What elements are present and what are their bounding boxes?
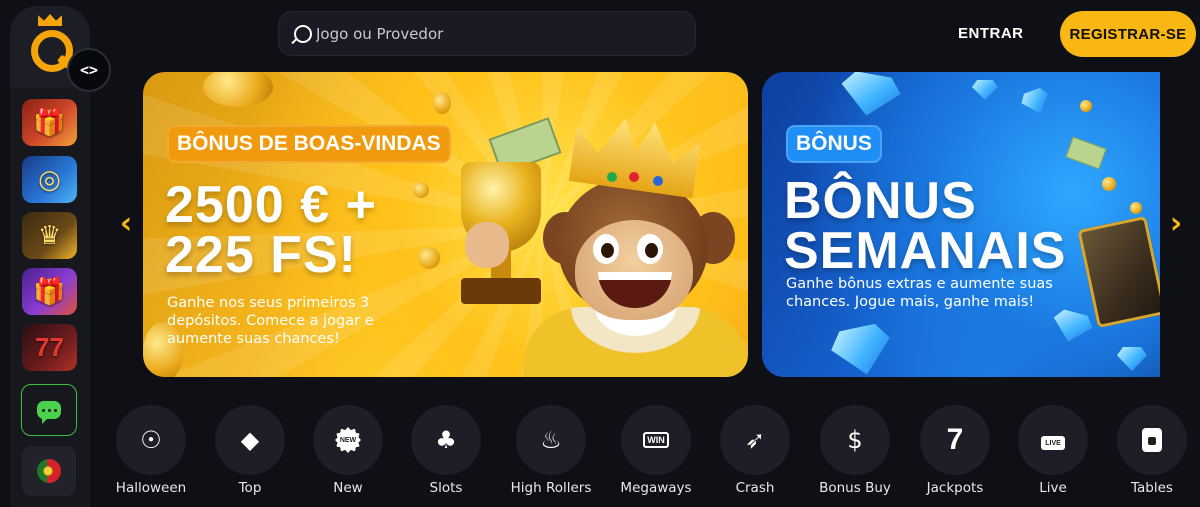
banner-headline: SEMANAIS [784,222,1067,280]
welcome-bonus-badge: BÔNUS DE BOAS-VINDAS [167,125,451,163]
category-label: Tables [1131,480,1173,496]
sidebar-tile-missions[interactable]: ◎ [22,156,77,203]
pumpkin-icon: ☉ [116,405,186,475]
cherries-icon: ♣ [411,405,481,475]
bonus-badge: BÔNUS [786,125,882,163]
search-input[interactable] [316,12,676,55]
banner-description: Ganhe bônus extras e aumente suas chance… [786,276,1053,310]
category-live[interactable]: LIVE Live [1015,405,1091,496]
login-button[interactable]: ENTRAR [958,22,1024,46]
diamond-icon: ◆ [215,405,285,475]
weekly-bonus-banner[interactable]: BÔNUS BÔNUS SEMANAIS Ganhe bônus extras … [762,72,1160,377]
coin-icon [413,182,429,198]
language-selector[interactable] [22,446,76,496]
coin-icon [1130,202,1142,214]
category-high-rollers[interactable]: ♨ High Rollers [511,405,591,496]
monkey-eye [593,234,619,264]
sidebar-toggle-button[interactable]: <> [67,48,111,92]
category-new[interactable]: NEW New [310,405,386,496]
diamond-icon [1049,307,1095,346]
crown-icon: ♛ [37,220,62,251]
monkey-eye [637,234,663,264]
chat-icon [37,401,61,419]
lucky-seven-icon: 77 [35,332,64,362]
live-icon-text: LIVE [1041,436,1065,450]
logo-crown-icon [38,14,62,26]
monkey-hand [465,222,509,268]
diamond-icon [972,80,998,100]
cash-icon [1065,136,1107,170]
category-label: High Rollers [510,480,592,496]
new-badge-icon: NEW [313,405,383,475]
gift-box-icon: 🎁 [33,276,66,307]
gift-box-icon [1077,215,1160,329]
gift-promo-icon: 🎁 [33,107,66,138]
money-bag-icon: $ [820,405,890,475]
category-megaways[interactable]: WIN Megaways [618,405,694,496]
live-icon: LIVE [1018,405,1088,475]
sidebar-tile-vip[interactable]: ♛ [22,212,77,259]
code-brackets-icon: <> [79,61,99,79]
banner-headline: BÔNUS [784,172,977,230]
gem-icon [629,172,639,182]
coin-icon [418,247,440,269]
live-chat-button[interactable] [21,384,77,436]
card-shape [1142,428,1162,452]
banner-headline: 225 FS! [165,226,357,284]
chevron-left-icon[interactable]: ‹ [118,208,134,240]
banner-headline: 2500 € + [165,176,377,234]
coin-icon [433,92,451,114]
portugal-flag-icon [37,459,61,483]
category-jackpots[interactable]: 7 Jackpots [917,405,993,496]
megaways-icon: WIN [621,405,691,475]
diamond-icon [1019,86,1054,118]
sidebar-tile-promotions[interactable]: 🎁 [22,99,77,146]
category-label: Slots [429,480,463,496]
register-button[interactable]: REGISTRAR-SE [1060,11,1196,57]
megaways-icon-text: WIN [643,432,669,448]
diamond-icon [837,72,903,121]
welcome-bonus-banner[interactable]: BÔNUS DE BOAS-VINDAS 2500 € + 225 FS! Ga… [143,72,748,377]
search-icon [294,25,312,43]
diamond-icon [828,321,897,377]
gem-icon [653,176,663,186]
category-crash[interactable]: ➶ Crash [717,405,793,496]
rocket-icon: ➶ [720,405,790,475]
seven-icon: 7 [920,405,990,475]
sidebar-tile-slots[interactable]: 77 [22,324,77,371]
diamond-icon [1117,347,1147,371]
category-top[interactable]: ◆ Top [212,405,288,496]
flame-icon: ♨ [516,405,586,475]
coin-icon [1102,177,1116,191]
category-bonus-buy[interactable]: $ Bonus Buy [817,405,893,496]
sidebar-tile-bonuses[interactable]: 🎁 [22,268,77,315]
category-tables[interactable]: Tables [1114,405,1190,496]
new-badge-text: NEW [335,427,361,453]
category-slots[interactable]: ♣ Slots [408,405,484,496]
category-halloween[interactable]: ☉ Halloween [113,405,189,496]
target-icon: ◎ [38,164,61,195]
banner-description: Ganhe nos seus primeiros 3 depósitos. Co… [167,295,374,347]
chevron-right-icon[interactable]: › [1168,208,1184,240]
trophy-base [461,278,541,304]
cards-icon [1117,405,1187,475]
search-bar[interactable] [278,11,696,56]
gem-icon [607,172,617,182]
coin-icon [1080,100,1092,112]
